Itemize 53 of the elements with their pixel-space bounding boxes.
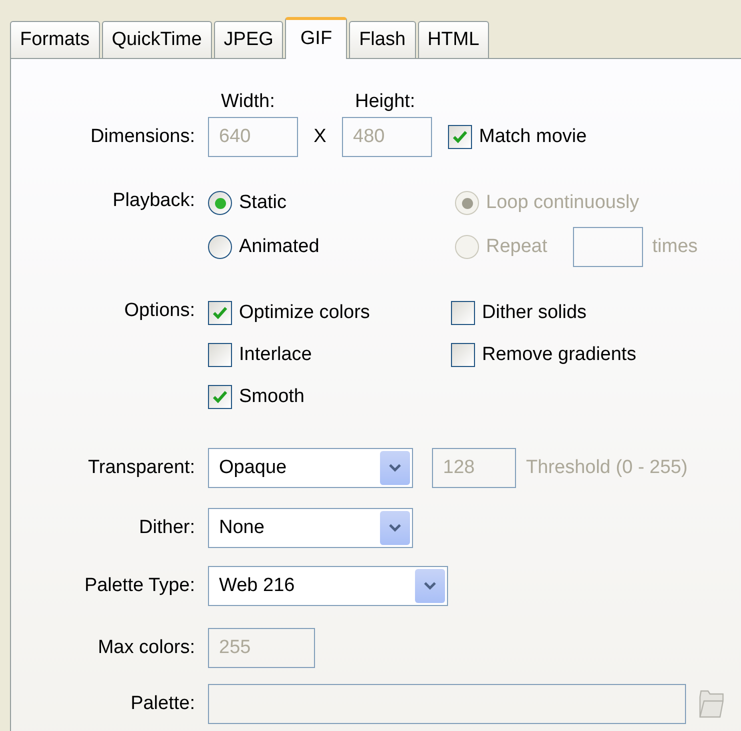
radio-button[interactable]: Animated	[208, 232, 320, 262]
field-label: Dither:	[138, 516, 196, 540]
text-field[interactable]	[573, 227, 644, 267]
radio-label: Repeat	[486, 234, 548, 259]
chevron-down-icon	[380, 451, 410, 485]
tab[interactable]: Formats	[10, 21, 100, 58]
check-icon	[453, 131, 467, 143]
dropdown[interactable]: None	[208, 508, 413, 548]
check-icon	[213, 307, 227, 319]
field-label: Dimensions:	[89, 124, 196, 149]
checkbox-label: Dither solids	[482, 300, 587, 325]
checkbox-label: Optimize colors	[239, 300, 370, 325]
field-label: Palette:	[130, 692, 196, 716]
dropdown[interactable]: Opaque	[208, 448, 413, 488]
field-label: Width:	[221, 90, 276, 114]
field-label: Options:	[123, 299, 196, 323]
radio-label: Loop continuously	[486, 190, 640, 215]
dropdown[interactable]: Web 216	[208, 566, 448, 606]
chevron-down-icon	[380, 511, 410, 545]
tab[interactable]: Flash	[349, 21, 416, 58]
checkbox[interactable]: Optimize colors	[208, 298, 370, 328]
checkbox-label: Match movie	[479, 124, 587, 149]
radio-label: Static	[239, 190, 287, 215]
checkbox[interactable]: Smooth	[208, 382, 304, 412]
tab[interactable]: JPEG	[214, 21, 284, 58]
tab[interactable]: HTML	[418, 21, 490, 58]
checkbox[interactable]: Remove gradients	[451, 340, 636, 370]
radio-button[interactable]: Static	[208, 188, 287, 218]
tab[interactable]: QuickTime	[102, 21, 212, 58]
radio-label: Animated	[239, 234, 320, 259]
field-label: Playback:	[112, 189, 196, 213]
threshold-label: Threshold (0 - 255)	[526, 456, 688, 480]
checkbox-box[interactable]	[208, 301, 232, 325]
checkbox-box[interactable]	[208, 343, 232, 367]
checkbox-box[interactable]	[451, 343, 475, 367]
checkbox[interactable]: Match movie	[448, 122, 587, 152]
checkbox[interactable]: Interlace	[208, 340, 312, 370]
tab[interactable]: GIF	[285, 17, 348, 59]
field-label: Palette Type:	[83, 574, 196, 598]
field-label: Transparent:	[86, 456, 196, 480]
field-label: Height:	[355, 90, 416, 114]
chevron-down-icon	[415, 569, 445, 603]
check-icon	[213, 391, 227, 403]
field-label: Max colors:	[96, 636, 196, 660]
checkbox-box[interactable]	[451, 301, 475, 325]
checkbox-label: Interlace	[239, 342, 312, 367]
checkbox[interactable]: Dither solids	[451, 298, 587, 328]
checkbox-box[interactable]	[448, 125, 472, 149]
times-label: times	[652, 234, 698, 259]
checkbox-box[interactable]	[208, 385, 232, 409]
checkbox-label: Remove gradients	[482, 342, 636, 367]
separator-text: X	[312, 124, 328, 149]
checkbox-label: Smooth	[239, 384, 304, 409]
